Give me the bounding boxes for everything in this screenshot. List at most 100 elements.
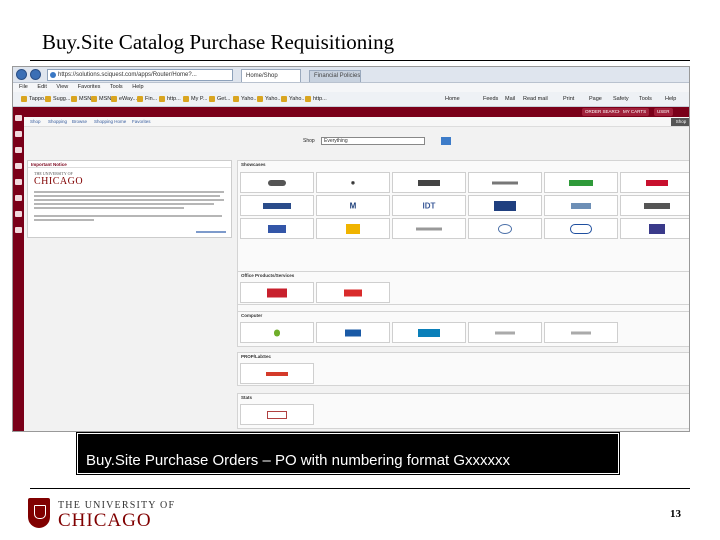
user-button[interactable]: USER [654,108,673,116]
shop-button[interactable]: Shop [671,118,689,126]
section-office-products: Office Products/Services × [237,271,689,305]
document-icon[interactable] [15,147,22,153]
command-read-mail[interactable]: Read mail [523,95,548,104]
supplier-tile[interactable] [240,363,314,384]
favorite-link[interactable]: Sugg... [45,95,70,104]
supplier-tile[interactable] [620,195,689,216]
supplier-tile[interactable] [316,218,390,239]
tab-financial-policies[interactable]: Financial Policies [309,70,361,82]
gear-icon[interactable] [15,227,22,233]
supplier-tile[interactable] [240,218,314,239]
menu-favorites[interactable]: Favorites [78,84,101,90]
crest-icon [28,498,50,528]
home-icon[interactable] [15,115,22,121]
supplier-tile[interactable] [468,195,542,216]
browser-titlebar: https://solutions.sciquest.com/apps/Rout… [13,67,689,83]
supplier-tile[interactable]: M [316,195,390,216]
favorite-link[interactable]: http... [159,95,181,104]
search-label: Shop [303,138,315,144]
favorite-link[interactable]: Fin... [137,95,157,104]
supplier-tile[interactable] [240,282,314,303]
forward-button[interactable] [30,69,41,80]
section-prop-labsec: PROP/LabSec × [237,352,689,386]
supplier-tile[interactable] [468,218,542,239]
section-stats: Stats × [237,393,689,429]
announcement-panel: Important Notice THE UNIVERSITY OF CHICA… [27,160,232,238]
favorite-link[interactable]: My P... [183,95,207,104]
favorite-link[interactable]: MSN [91,95,111,104]
text-line [34,215,222,217]
subnav-item[interactable]: Favorites [132,119,151,124]
order-search-button[interactable]: ORDER SEARCH [582,108,625,116]
supplier-tile[interactable] [544,322,618,343]
command-home[interactable]: Home [445,95,460,104]
search-links [293,151,453,155]
favorite-link[interactable]: Yaho... [257,95,282,104]
supplier-tile[interactable] [316,282,390,303]
menu-tools[interactable]: Tools [110,84,123,90]
supplier-tile[interactable] [392,218,466,239]
box-icon[interactable] [15,195,22,201]
search-button[interactable] [441,137,451,145]
supplier-tile[interactable] [240,172,314,193]
address-bar[interactable]: https://solutions.sciquest.com/apps/Rout… [47,69,233,81]
menu-file[interactable]: File [19,84,28,90]
supplier-tile[interactable] [544,218,618,239]
bottom-divider [30,488,690,489]
supplier-tile[interactable] [240,404,314,425]
command-help[interactable]: Help [665,95,676,104]
cart-icon[interactable] [15,131,22,137]
favorite-link[interactable]: eWay... [111,95,137,104]
supplier-tile[interactable] [544,195,618,216]
supplier-tile[interactable]: ◉ [316,172,390,193]
lock-icon[interactable] [15,211,22,217]
command-page[interactable]: Page [589,95,602,104]
subnav-item[interactable]: Browse [72,119,87,124]
subnav-item[interactable]: Shopping Home [94,119,126,124]
menu-view[interactable]: View [56,84,68,90]
supplier-tile[interactable] [392,172,466,193]
favorites-bar: Tappo... Sugg... MSN MSN eWay... Fin... … [13,92,689,107]
my-carts-button[interactable]: MY CARTS [620,108,650,116]
command-mail[interactable]: Mail [505,95,515,104]
app-subnav: Shop Shopping Browse Shopping Home Favor… [24,117,689,127]
text-line [34,199,224,201]
subnav-item[interactable]: Shop [30,119,41,124]
section-title: PROP/LabSec [241,354,272,359]
text-line [34,219,94,221]
supplier-tile[interactable] [544,172,618,193]
supplier-tile[interactable] [620,172,689,193]
command-safety[interactable]: Safety [613,95,629,104]
announcement-logo: THE UNIVERSITY OF CHICAGO [34,171,94,187]
menu-help[interactable]: Help [132,84,143,90]
supplier-tile[interactable]: IDT [392,195,466,216]
subnav-item[interactable]: Shopping [48,119,67,124]
caption-box: Buy.Site Purchase Orders – PO with numbe… [76,432,620,475]
tab-home-shop[interactable]: Home/Shop [241,69,301,82]
supplier-tile[interactable] [240,322,314,343]
favorite-link[interactable]: Yaho... [233,95,258,104]
supplier-tile[interactable] [316,322,390,343]
favorite-link[interactable]: Yaho... [281,95,306,104]
users-icon[interactable] [15,179,22,185]
text-line [34,195,220,197]
section-title: Office Products/Services [241,273,295,278]
search-input[interactable]: Everything [321,137,425,145]
app-left-rail [13,107,24,431]
command-tools[interactable]: Tools [639,95,652,104]
back-button[interactable] [16,69,27,80]
command-feeds[interactable]: Feeds [483,95,498,104]
supplier-tile[interactable] [620,218,689,239]
supplier-tile[interactable] [468,172,542,193]
menu-edit[interactable]: Edit [37,84,46,90]
favorite-link[interactable]: MSN [71,95,91,104]
supplier-tile[interactable] [240,195,314,216]
favorite-link[interactable]: http... [305,95,327,104]
supplier-tile[interactable] [468,322,542,343]
command-print[interactable]: Print [563,95,574,104]
announcement-link[interactable] [196,231,226,233]
supplier-tile[interactable] [392,322,466,343]
chart-icon[interactable] [15,163,22,169]
announcement-title: Important Notice [28,161,231,168]
favorite-link[interactable]: Get... [209,95,230,104]
